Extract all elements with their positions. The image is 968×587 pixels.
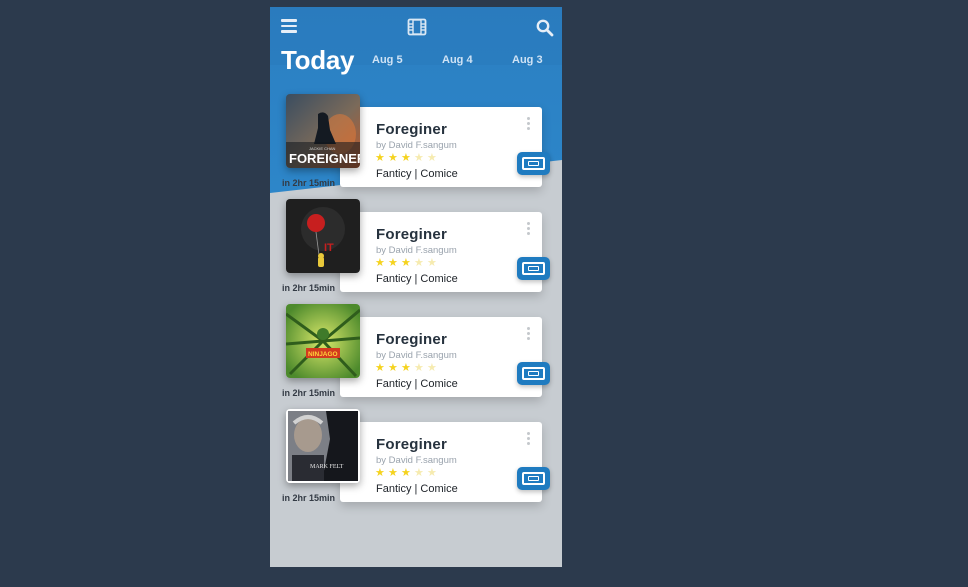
movie-title: Foreginer: [376, 226, 447, 243]
star-icon: ★: [375, 257, 385, 269]
app-screen: Today Aug 5 Aug 4 Aug 3 JACKIE CHAN FORE…: [270, 7, 562, 567]
poster-title-text: NINJAGO: [308, 351, 338, 358]
movie-poster[interactable]: MARK FELT: [286, 409, 360, 483]
movie-author: by David F.sangum: [376, 245, 457, 256]
tab-aug-3[interactable]: Aug 3: [512, 54, 543, 66]
film-icon[interactable]: [407, 18, 427, 36]
ticket-icon: [522, 262, 545, 275]
movie-author: by David F.sangum: [376, 455, 457, 466]
movie-card[interactable]: Foreginer by David F.sangum ★ ★ ★ ★ ★ Fa…: [340, 317, 542, 397]
star-icon: ★: [401, 257, 411, 269]
star-icon: ★: [401, 467, 411, 479]
star-icon: ★: [375, 362, 385, 374]
star-empty-icon: ★: [414, 362, 424, 374]
search-icon[interactable]: [536, 19, 554, 37]
ticket-icon: [522, 157, 545, 170]
star-empty-icon: ★: [427, 467, 437, 479]
movie-author: by David F.sangum: [376, 140, 457, 151]
star-empty-icon: ★: [427, 152, 437, 164]
movie-genre: Fanticy | Comice: [376, 273, 458, 285]
movie-title: Foreginer: [376, 121, 447, 138]
ticket-icon: [522, 472, 545, 485]
star-icon: ★: [388, 467, 398, 479]
star-icon: ★: [401, 362, 411, 374]
movie-card[interactable]: Foreginer by David F.sangum ★ ★ ★ ★ ★ Fa…: [340, 422, 542, 502]
ticket-button[interactable]: [517, 152, 550, 175]
movie-duration: in 2hr 15min: [282, 493, 336, 503]
movie-list-item[interactable]: MARK FELT Foreginer by David F.sangum ★ …: [270, 409, 562, 509]
star-icon: ★: [375, 152, 385, 164]
more-options-icon[interactable]: [526, 222, 530, 236]
movie-poster[interactable]: NINJAGO: [286, 304, 360, 378]
date-tabs: Today Aug 5 Aug 4 Aug 3: [270, 43, 562, 79]
movie-card[interactable]: Foreginer by David F.sangum ★ ★ ★ ★ ★ Fa…: [340, 107, 542, 187]
rating-stars: ★ ★ ★ ★ ★: [375, 257, 440, 269]
movie-genre: Fanticy | Comice: [376, 483, 458, 495]
ticket-button[interactable]: [517, 257, 550, 280]
rating-stars: ★ ★ ★ ★ ★: [375, 467, 440, 479]
poster-title-text: FOREIGNER: [289, 151, 360, 166]
star-empty-icon: ★: [414, 467, 424, 479]
movie-duration: in 2hr 15min: [282, 178, 336, 188]
more-options-icon[interactable]: [526, 432, 530, 446]
star-empty-icon: ★: [414, 257, 424, 269]
ticket-icon: [522, 367, 545, 380]
ticket-button[interactable]: [517, 362, 550, 385]
star-empty-icon: ★: [427, 362, 437, 374]
movie-genre: Fanticy | Comice: [376, 168, 458, 180]
movie-title: Foreginer: [376, 436, 447, 453]
movie-duration: in 2hr 15min: [282, 388, 336, 398]
movie-author: by David F.sangum: [376, 350, 457, 361]
more-options-icon[interactable]: [526, 117, 530, 131]
ticket-button[interactable]: [517, 467, 550, 490]
star-icon: ★: [388, 257, 398, 269]
star-icon: ★: [375, 467, 385, 479]
poster-title-text: IT: [324, 242, 334, 254]
movie-poster[interactable]: IT: [286, 199, 360, 273]
rating-stars: ★ ★ ★ ★ ★: [375, 152, 440, 164]
movie-duration: in 2hr 15min: [282, 283, 336, 293]
star-empty-icon: ★: [414, 152, 424, 164]
more-options-icon[interactable]: [526, 327, 530, 341]
movie-card[interactable]: Foreginer by David F.sangum ★ ★ ★ ★ ★ Fa…: [340, 212, 542, 292]
tab-aug-4[interactable]: Aug 4: [442, 54, 473, 66]
tab-today[interactable]: Today: [281, 45, 354, 76]
movie-title: Foreginer: [376, 331, 447, 348]
poster-title-text: MARK FELT: [310, 464, 344, 470]
movie-list-item[interactable]: JACKIE CHAN FOREIGNER Foreginer by David…: [270, 94, 562, 194]
movie-poster[interactable]: JACKIE CHAN FOREIGNER: [286, 94, 360, 168]
movie-list-item[interactable]: IT Foreginer by David F.sangum ★ ★ ★ ★ ★…: [270, 199, 562, 299]
star-icon: ★: [388, 152, 398, 164]
hamburger-menu-icon[interactable]: [281, 19, 297, 33]
movie-list-item[interactable]: NINJAGO Foreginer by David F.sangum ★ ★ …: [270, 304, 562, 404]
star-icon: ★: [388, 362, 398, 374]
movie-genre: Fanticy | Comice: [376, 378, 458, 390]
tab-aug-5[interactable]: Aug 5: [372, 54, 403, 66]
star-icon: ★: [401, 152, 411, 164]
rating-stars: ★ ★ ★ ★ ★: [375, 362, 440, 374]
star-empty-icon: ★: [427, 257, 437, 269]
